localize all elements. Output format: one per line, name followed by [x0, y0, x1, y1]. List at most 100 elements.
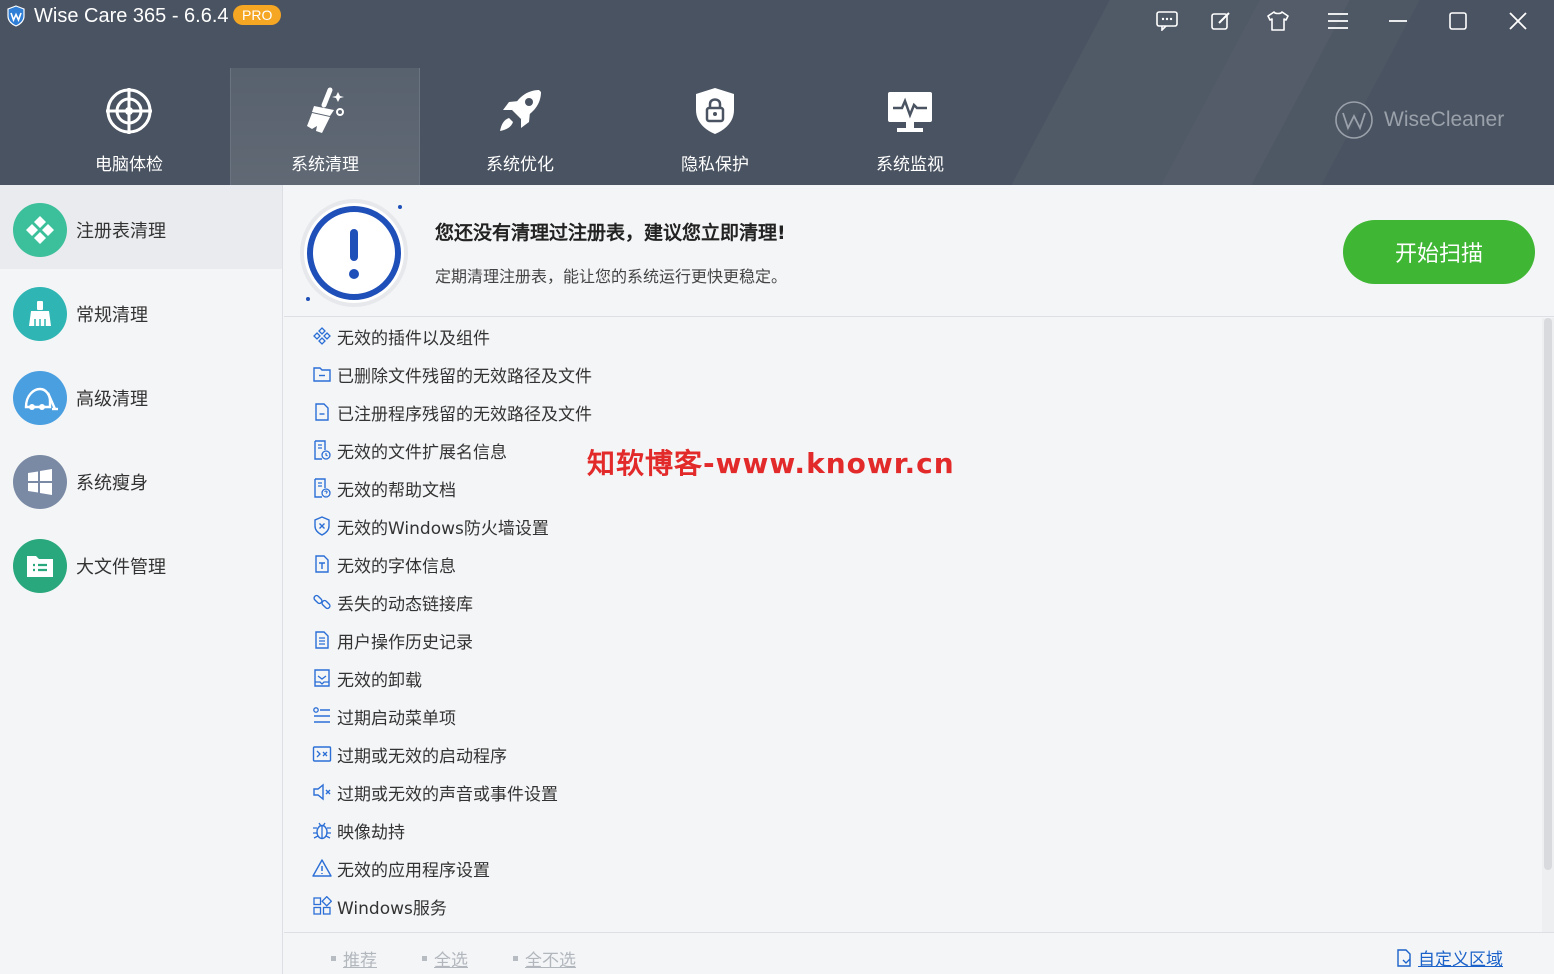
sidebar-item-registry-clean[interactable]: 注册表清理: [0, 185, 282, 269]
font-icon: [311, 553, 333, 575]
broom-icon: [13, 287, 67, 341]
list-item-label: 无效的插件以及组件: [337, 328, 490, 349]
minimize-icon: [1389, 20, 1407, 22]
custom-area-link[interactable]: 自定义区域: [1394, 945, 1503, 970]
tab-privacy[interactable]: 隐私保护: [620, 68, 810, 185]
list-item[interactable]: 无效的文件扩展名信息: [311, 435, 507, 465]
folder-minus-icon: [311, 363, 333, 385]
sidebar-item-label: 系统瘦身: [76, 473, 148, 494]
list-item-label: 无效的文件扩展名信息: [337, 442, 507, 463]
sidebar-item-label: 大文件管理: [76, 557, 166, 578]
sidebar-item-system-slim[interactable]: 系统瘦身: [0, 437, 282, 521]
skin-icon: [1267, 11, 1289, 31]
list-item[interactable]: 映像劫持: [311, 815, 405, 845]
top-header: Wise Care 365 - 6.6.4 PRO 电脑体检 系统清理 系统优化…: [0, 0, 1554, 185]
list-item-label: 无效的卸载: [337, 670, 422, 691]
bug-icon: [311, 819, 333, 841]
watermark-text: 知软博客-www.knowr.cn: [587, 447, 955, 480]
folder-list-icon: [13, 539, 67, 593]
startup-program-icon: [311, 743, 333, 765]
feedback-button[interactable]: [1151, 6, 1183, 36]
list-item[interactable]: 无效的字体信息: [311, 549, 456, 579]
list-item[interactable]: 无效的帮助文档: [311, 473, 456, 503]
list-item-label: 已删除文件残留的无效路径及文件: [337, 366, 592, 387]
list-item[interactable]: 已注册程序残留的无效路径及文件: [311, 397, 592, 427]
list-item[interactable]: Windows服务: [311, 891, 447, 921]
pro-badge: PRO: [233, 5, 282, 25]
rocket-icon: [500, 90, 541, 131]
recommend-link-label: 推荐: [343, 951, 377, 971]
sidebar-item-label: 高级清理: [76, 389, 148, 410]
list-item-label: 无效的应用程序设置: [337, 860, 490, 881]
wisecleaner-logo-icon: [1335, 101, 1373, 139]
tab-system-monitor[interactable]: 系统监视: [815, 68, 1005, 185]
monitor-pulse-icon: [888, 92, 932, 132]
title-bar: Wise Care 365 - 6.6.4 PRO: [0, 0, 1554, 40]
file-info-icon: [311, 439, 333, 461]
link-icon: [311, 591, 333, 613]
wisecleaner-brand[interactable]: WiseCleaner: [1334, 100, 1504, 140]
bullet: [513, 956, 518, 961]
warning-icon: [311, 857, 333, 879]
uninstall-icon: [311, 667, 333, 689]
shield-lock-icon: [696, 88, 734, 134]
list-item[interactable]: 无效的Windows防火墙设置: [311, 511, 549, 541]
services-icon: [311, 895, 333, 917]
sidebar-item-advanced-clean[interactable]: 高级清理: [0, 353, 282, 437]
close-icon: [1509, 12, 1527, 30]
list-item-label: 已注册程序残留的无效路径及文件: [337, 404, 592, 425]
start-menu-icon: [311, 705, 333, 727]
select-none-link-label: 全不选: [525, 951, 576, 971]
registry-icon: [13, 203, 67, 257]
select-none-link[interactable]: 全不选: [513, 946, 576, 971]
sidebar-item-label: 常规清理: [76, 305, 148, 326]
list-scrollbar[interactable]: [1542, 318, 1554, 932]
maximize-button[interactable]: [1442, 6, 1474, 36]
start-scan-button[interactable]: 开始扫描: [1343, 220, 1535, 284]
custom-area-label: 自定义区域: [1418, 950, 1503, 970]
help-doc-icon: [311, 477, 333, 499]
main-menu-button[interactable]: [1322, 6, 1354, 36]
tab-label: 电脑体检: [95, 155, 163, 175]
list-item[interactable]: 已删除文件残留的无效路径及文件: [311, 359, 592, 389]
tab-label: 系统清理: [291, 155, 359, 175]
sidebar-item-label: 注册表清理: [76, 221, 166, 242]
tab-pc-checkup[interactable]: 电脑体检: [34, 68, 224, 185]
edit-icon: [1211, 12, 1230, 30]
list-item[interactable]: 无效的卸载: [311, 663, 422, 693]
list-item[interactable]: 用户操作历史记录: [311, 625, 473, 655]
skin-button[interactable]: [1262, 6, 1294, 36]
select-all-link-label: 全选: [434, 951, 468, 971]
feedback-icon: [1156, 11, 1178, 31]
sidebar-item-regular-clean[interactable]: 常规清理: [0, 269, 282, 353]
brand-name: WiseCleaner: [1384, 108, 1505, 131]
minimize-button[interactable]: [1382, 6, 1414, 36]
menu-icon: [1328, 13, 1348, 29]
list-item[interactable]: 过期或无效的声音或事件设置: [311, 777, 558, 807]
list-item[interactable]: 无效的应用程序设置: [311, 853, 490, 883]
list-item[interactable]: 过期或无效的启动程序: [311, 739, 507, 769]
edit-button[interactable]: [1205, 6, 1237, 36]
custom-file-icon: [1397, 948, 1411, 967]
select-all-link[interactable]: 全选: [422, 946, 468, 971]
banner-subtitle: 定期清理注册表，能让您的系统运行更快更稳定。: [435, 267, 788, 286]
firewall-icon: [311, 515, 333, 537]
sidebar-item-large-files[interactable]: 大文件管理: [0, 521, 282, 605]
list-item-label: 过期启动菜单项: [337, 708, 456, 729]
recommend-link[interactable]: 推荐: [331, 946, 377, 971]
tab-system-optimize[interactable]: 系统优化: [425, 68, 615, 185]
list-item[interactable]: 无效的插件以及组件: [311, 321, 490, 351]
tab-label: 隐私保护: [681, 155, 749, 175]
close-button[interactable]: [1502, 6, 1534, 36]
radar-icon: [106, 88, 152, 134]
list-item[interactable]: 丢失的动态链接库: [311, 587, 473, 617]
tab-system-clean[interactable]: 系统清理: [230, 68, 420, 185]
list-item-label: 过期或无效的启动程序: [337, 746, 507, 767]
file-minus-icon: [311, 401, 333, 423]
bullet: [422, 956, 427, 961]
list-item-label: 无效的帮助文档: [337, 480, 456, 501]
list-item[interactable]: 过期启动菜单项: [311, 701, 456, 731]
list-item-label: 用户操作历史记录: [337, 632, 473, 653]
footer-bar: 推荐 全选 全不选 自定义区域: [284, 932, 1554, 974]
scrollbar-thumb[interactable]: [1544, 318, 1552, 870]
